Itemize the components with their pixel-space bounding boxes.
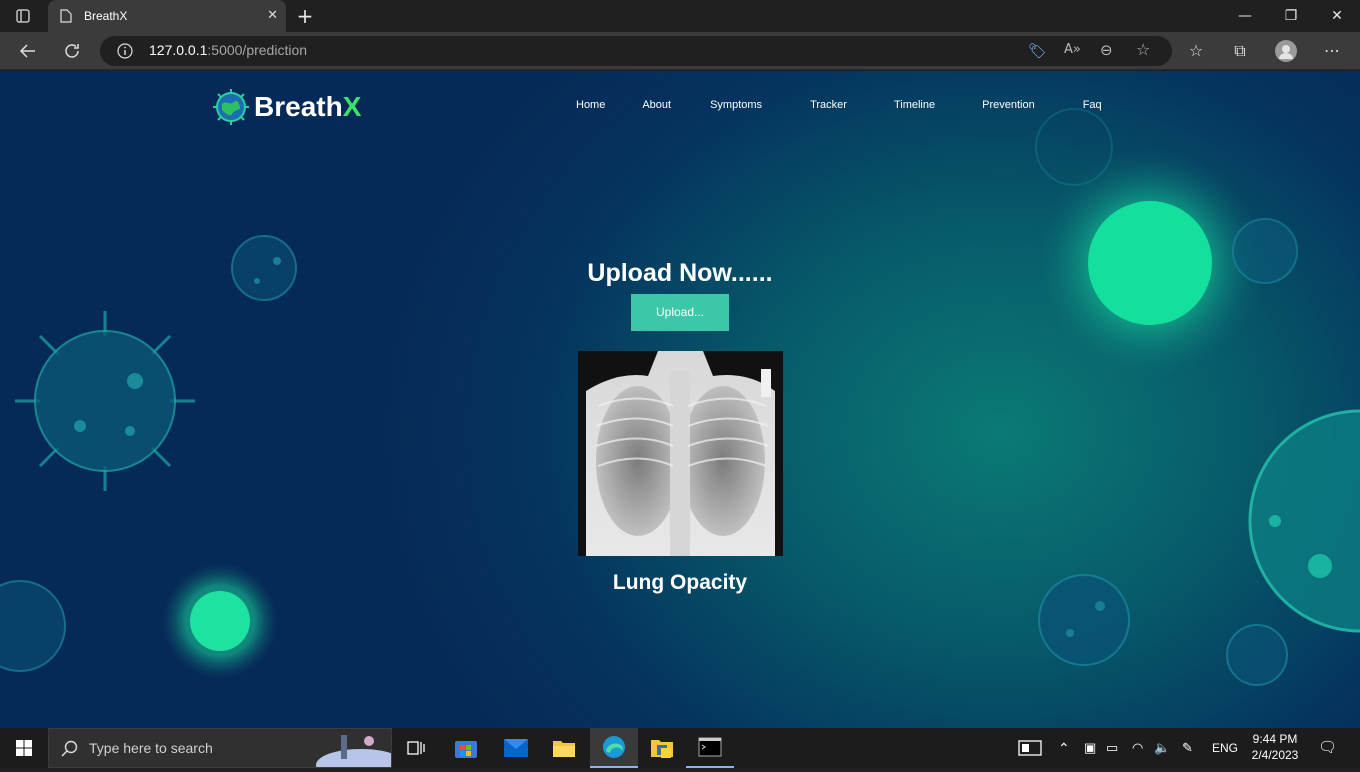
- search-placeholder: Type here to search: [89, 740, 213, 756]
- url-path: :5000/prediction: [207, 42, 308, 58]
- volume-icon[interactable]: 🔈: [1154, 728, 1170, 768]
- shopping-tag-icon[interactable]: 🏷: [1028, 42, 1047, 60]
- command-prompt-icon[interactable]: [686, 728, 734, 768]
- nav-symptoms[interactable]: Symptoms: [710, 99, 762, 111]
- pen-workspace-icon[interactable]: ✎: [1182, 728, 1193, 768]
- more-menu-icon[interactable]: ⋯: [1314, 32, 1350, 70]
- prediction-result: Lung Opacity: [612, 571, 748, 594]
- add-favorite-icon[interactable]: ☆: [1136, 40, 1150, 59]
- logo-text: BreathX: [254, 91, 361, 123]
- taskbar-search[interactable]: Type here to search: [48, 728, 392, 768]
- python-folder-icon[interactable]: [638, 728, 686, 768]
- chest-xray-image: [578, 351, 783, 556]
- virus-decoration-icon: [1035, 108, 1113, 186]
- collections-icon[interactable]: ⧉: [1222, 32, 1258, 70]
- page-icon: [60, 9, 72, 23]
- tab-breathx[interactable]: BreathX ✕: [48, 0, 286, 32]
- microsoft-store-icon[interactable]: [442, 728, 490, 768]
- show-hidden-icons-icon[interactable]: ⌃: [1058, 728, 1070, 768]
- nav-about[interactable]: About: [642, 99, 671, 111]
- main-nav: Home About Symptoms Tracker Timeline Pre…: [576, 99, 1102, 111]
- news-widget-icon[interactable]: [1018, 728, 1042, 768]
- url-host: 127.0.0.1: [149, 42, 208, 58]
- url-text: 127.0.0.1:5000/prediction: [149, 42, 307, 58]
- restore-icon[interactable]: ❐: [1268, 0, 1314, 32]
- new-tab-icon[interactable]: +: [282, 0, 328, 32]
- web-page: BreathX Home About Symptoms Tracker Time…: [0, 71, 1360, 728]
- meet-now-icon[interactable]: ▣: [1084, 728, 1096, 768]
- nav-prevention[interactable]: Prevention: [982, 99, 1035, 111]
- browser-toolbar: 127.0.0.1:5000/prediction 🏷 A» ⊖ ☆ ☆ ⧉ ⋯: [0, 32, 1360, 70]
- nav-tracker[interactable]: Tracker: [810, 99, 847, 111]
- upload-heading: Upload Now......: [587, 259, 773, 287]
- tab-actions-icon[interactable]: [0, 0, 46, 36]
- edge-browser-icon[interactable]: [590, 728, 638, 768]
- favorites-icon[interactable]: ☆: [1178, 32, 1214, 70]
- browser-titlebar: BreathX ✕ + — ❐ ✕: [0, 0, 1360, 32]
- nav-timeline[interactable]: Timeline: [894, 99, 935, 111]
- tab-title: BreathX: [84, 9, 128, 23]
- wifi-icon[interactable]: ◠: [1132, 728, 1143, 768]
- file-explorer-icon[interactable]: [540, 728, 588, 768]
- refresh-icon[interactable]: [54, 32, 90, 70]
- nav-faq[interactable]: Faq: [1083, 99, 1102, 111]
- close-tab-icon[interactable]: ✕: [267, 8, 278, 23]
- logo-accent: X: [342, 91, 362, 122]
- language-indicator[interactable]: ENG: [1212, 728, 1238, 768]
- virus-decoration-icon: [1226, 624, 1288, 686]
- notifications-icon[interactable]: 🗨: [1318, 728, 1337, 768]
- search-highlight-icon: [316, 735, 391, 767]
- clock-time: 9:44 PM: [1252, 732, 1298, 746]
- info-icon[interactable]: [117, 43, 133, 59]
- site-logo[interactable]: BreathX: [212, 88, 361, 126]
- nav-home[interactable]: Home: [576, 99, 605, 111]
- system-clock[interactable]: 9:44 PM 2/4/2023: [1246, 731, 1304, 763]
- read-aloud-icon[interactable]: A»: [1064, 42, 1081, 57]
- clock-date: 2/4/2023: [1251, 748, 1299, 762]
- virus-decoration-icon: [15, 311, 195, 491]
- close-window-icon[interactable]: ✕: [1314, 0, 1360, 32]
- profile-avatar-icon[interactable]: [1268, 32, 1304, 70]
- battery-icon[interactable]: ▭: [1106, 728, 1118, 768]
- back-icon[interactable]: [10, 32, 46, 70]
- windows-start-icon[interactable]: [0, 728, 48, 768]
- windows-taskbar: Type here to search ⌃ ▣ ▭ ◠ 🔈 ✎ ENG 9:44…: [0, 728, 1360, 768]
- search-icon: [61, 740, 78, 757]
- upload-button[interactable]: Upload...: [631, 294, 729, 331]
- globe-virus-logo-icon: [213, 89, 249, 125]
- logo-word: Breath: [254, 91, 343, 122]
- mail-icon[interactable]: [492, 728, 540, 768]
- minimize-icon[interactable]: —: [1222, 0, 1268, 32]
- task-view-icon[interactable]: [392, 728, 440, 768]
- zoom-out-icon[interactable]: ⊖: [1100, 41, 1113, 59]
- address-bar[interactable]: 127.0.0.1:5000/prediction 🏷 A» ⊖ ☆: [100, 36, 1172, 66]
